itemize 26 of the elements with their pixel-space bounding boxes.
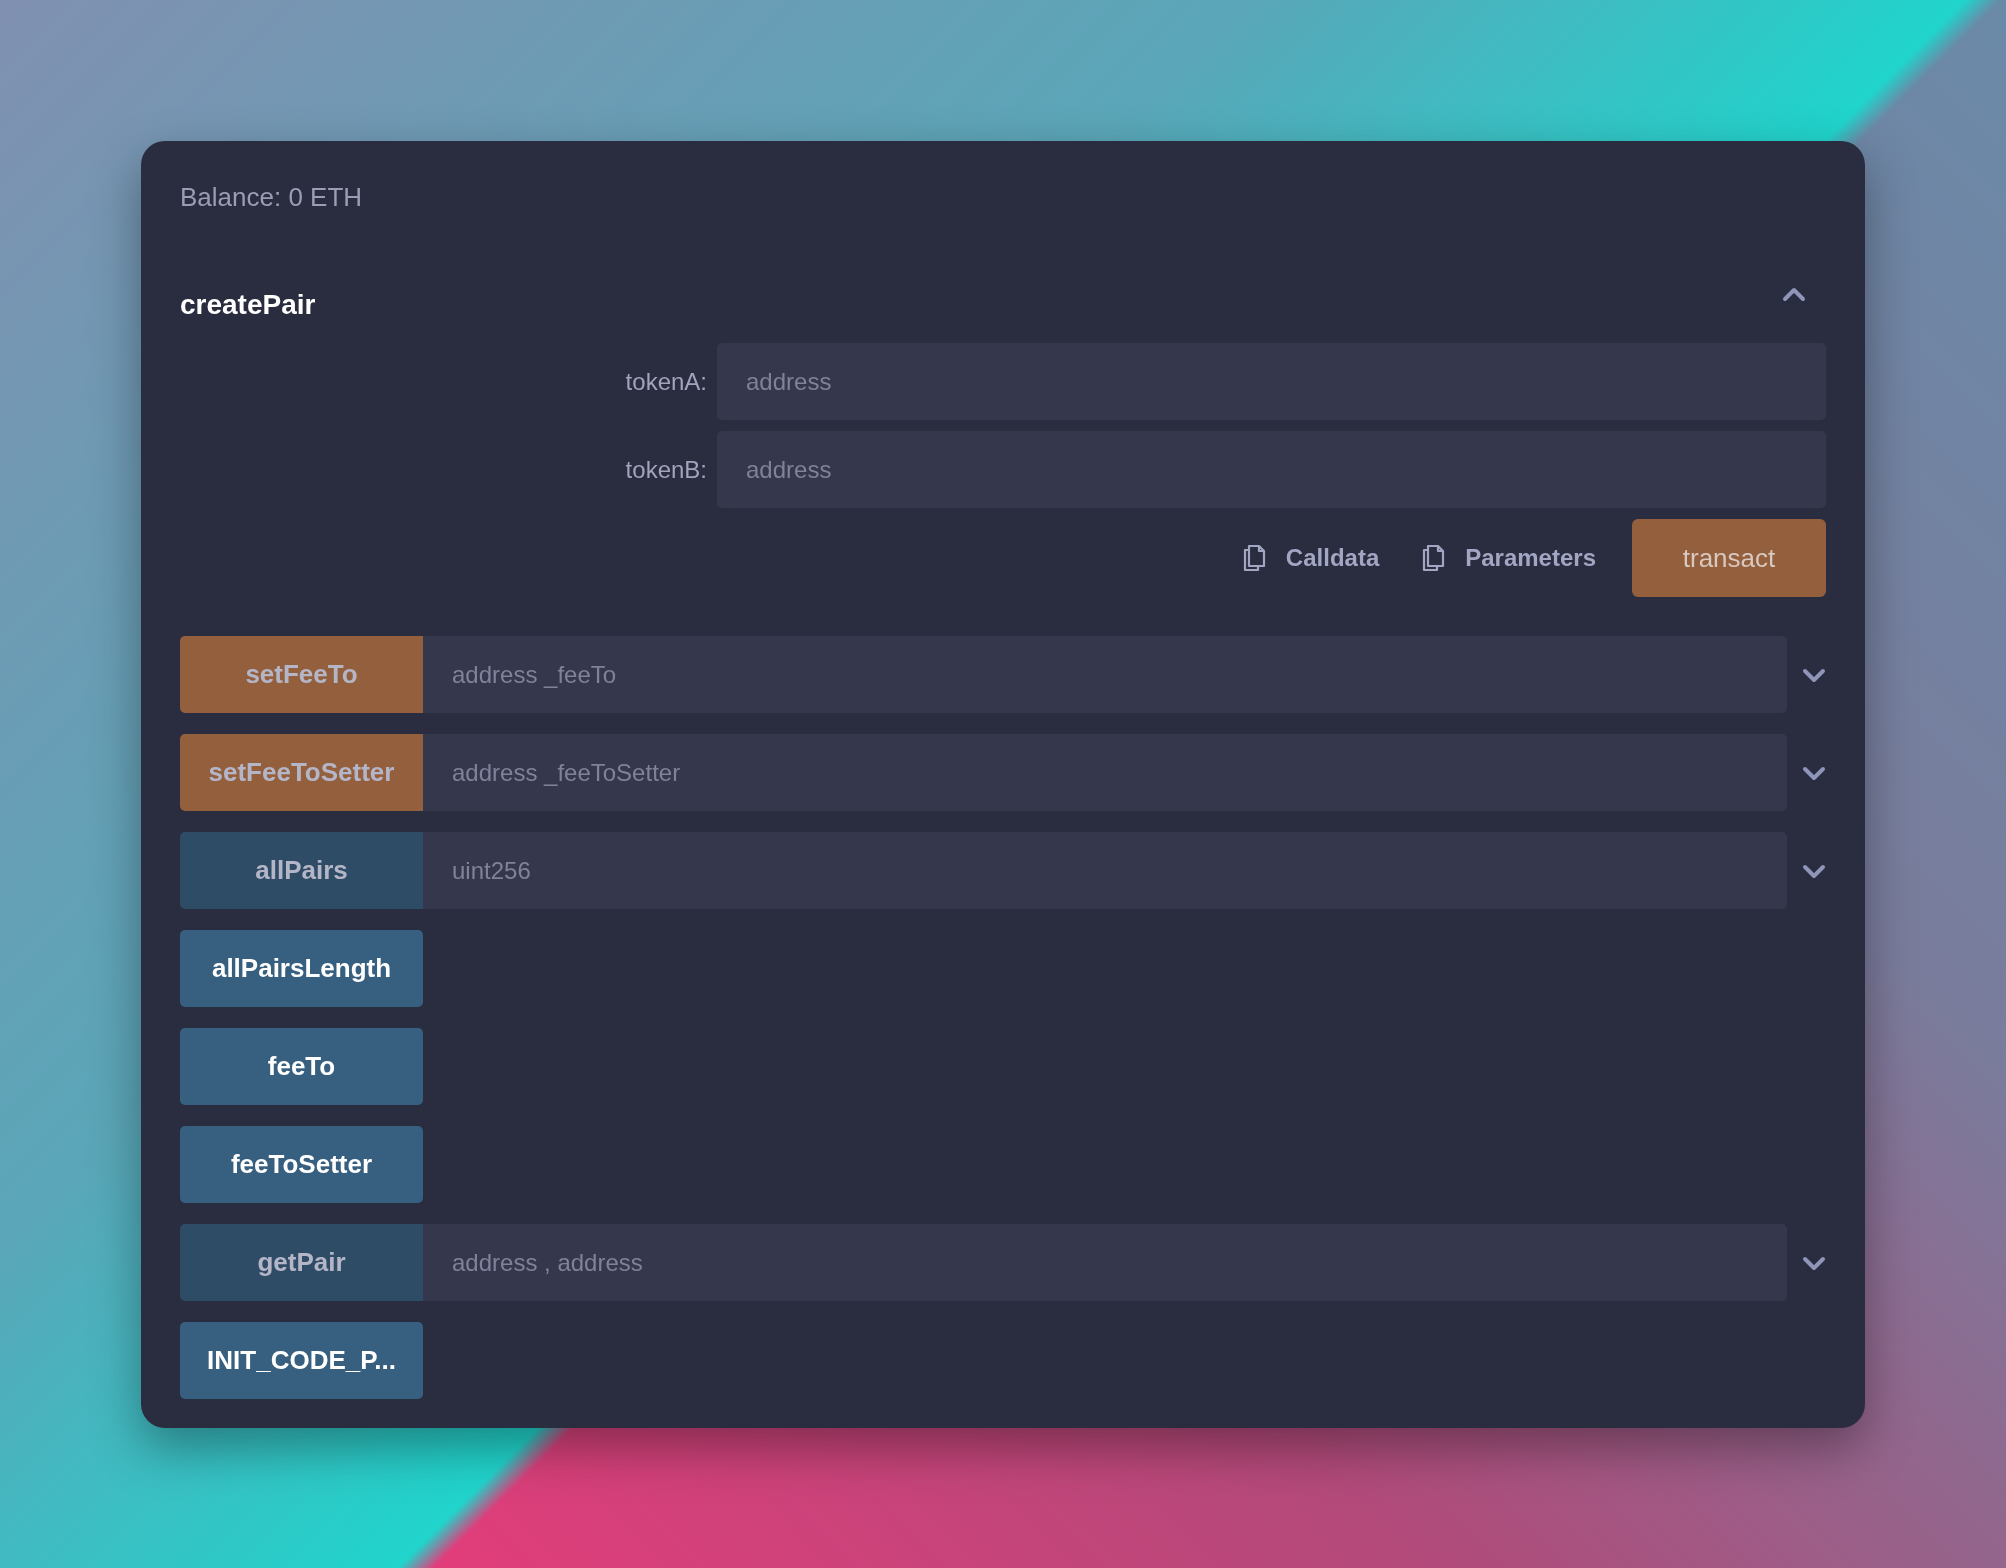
copy-icon[interactable] bbox=[1241, 544, 1266, 572]
param-input[interactable]: address bbox=[717, 431, 1826, 508]
argument-input[interactable]: address _feeToSetter bbox=[423, 734, 1787, 811]
argument-input[interactable]: address , address bbox=[423, 1224, 1787, 1301]
function-button[interactable]: feeToSetter bbox=[180, 1126, 423, 1203]
copy-button[interactable]: Parameters bbox=[1415, 540, 1602, 576]
function-button[interactable]: feeTo bbox=[180, 1028, 423, 1105]
function-button[interactable]: allPairs bbox=[180, 832, 423, 909]
chevron-down-icon[interactable] bbox=[1802, 764, 1826, 781]
function-button[interactable]: INIT_CODE_P... bbox=[180, 1322, 423, 1399]
argument-input[interactable]: uint256 bbox=[423, 832, 1787, 909]
balance-text: Balance: 0 ETH bbox=[180, 181, 364, 214]
chevron-up-icon[interactable] bbox=[1782, 286, 1806, 302]
chevron-down-icon[interactable] bbox=[1802, 1254, 1826, 1271]
chevron-down-icon[interactable] bbox=[1802, 862, 1826, 879]
param-label: tokenA: bbox=[624, 366, 707, 397]
function-button[interactable]: getPair bbox=[180, 1224, 423, 1301]
copy-button[interactable]: Calldata bbox=[1235, 540, 1386, 576]
function-title: createPair bbox=[180, 288, 316, 322]
copy-icon[interactable] bbox=[1421, 544, 1446, 572]
param-input[interactable]: address bbox=[717, 343, 1826, 420]
chevron-down-icon[interactable] bbox=[1802, 666, 1826, 683]
argument-input[interactable]: address _feeTo bbox=[423, 636, 1787, 713]
param-label: tokenB: bbox=[624, 454, 707, 485]
function-button[interactable]: allPairsLength bbox=[180, 930, 423, 1007]
transact-button[interactable]: transact bbox=[1632, 519, 1826, 597]
